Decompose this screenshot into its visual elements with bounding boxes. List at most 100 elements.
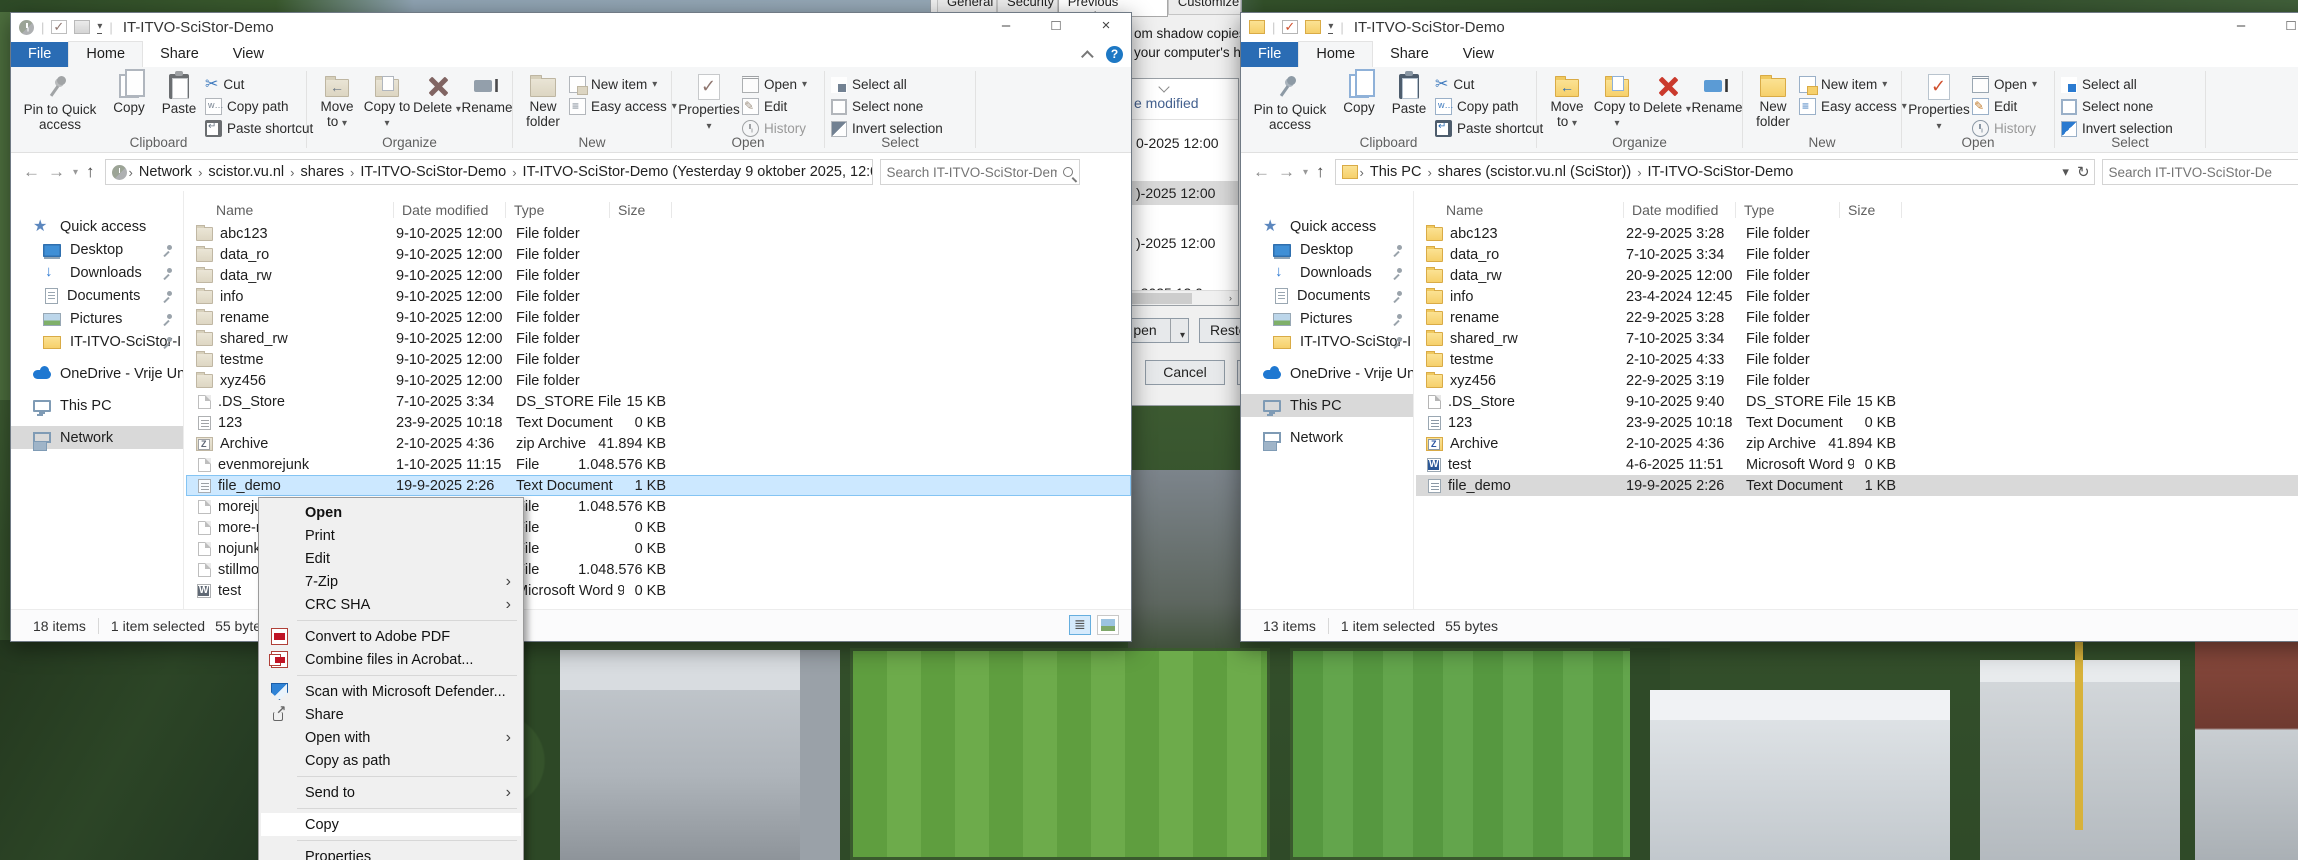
properties-button[interactable]: Properties ▾ bbox=[1908, 71, 1970, 134]
column-header-size[interactable]: Size bbox=[610, 201, 672, 218]
breadcrumb-item[interactable]: Network bbox=[135, 164, 196, 180]
breadcrumb-item[interactable]: IT-ITVO-SciStor-Demo (Yesterday 9 oktobe… bbox=[519, 164, 872, 180]
new-item-button[interactable]: New item ▾ bbox=[569, 75, 677, 95]
move-to-button[interactable]: Move to ▾ bbox=[313, 71, 361, 131]
paste-button[interactable]: Paste bbox=[155, 71, 203, 116]
breadcrumb-separator[interactable]: › bbox=[288, 165, 296, 180]
column-header-type[interactable]: Type bbox=[1736, 201, 1840, 218]
sidebar-item[interactable]: This PC bbox=[11, 394, 183, 417]
search-box[interactable] bbox=[879, 159, 1080, 185]
breadcrumb-item[interactable]: scistor.vu.nl bbox=[204, 164, 288, 180]
address-dropdown-icon[interactable]: ▾ bbox=[2062, 164, 2069, 180]
open-button[interactable]: Open ▾ bbox=[1972, 75, 2037, 94]
move-to-button[interactable]: Move to ▾ bbox=[1543, 71, 1591, 131]
breadcrumb-item[interactable]: shares bbox=[297, 164, 349, 180]
breadcrumb-item[interactable]: IT-ITVO-SciStor-Demo bbox=[1644, 164, 1798, 180]
file-row[interactable]: abc123 22-9-2025 3:28 File folder bbox=[1416, 223, 2298, 244]
select-all-button[interactable]: Select all bbox=[831, 75, 943, 94]
easy-access-button[interactable]: Easy access▾ bbox=[1799, 97, 1907, 116]
breadcrumb-item[interactable]: shares (scistor.vu.nl (SciStor)) bbox=[1434, 164, 1635, 180]
minimize-button[interactable]: – bbox=[2216, 13, 2266, 41]
breadcrumb-item[interactable]: IT-ITVO-SciStor-Demo bbox=[356, 164, 510, 180]
file-row[interactable]: .DS_Store 7-10-2025 3:34 DS_STORE File 1… bbox=[186, 391, 1131, 412]
breadcrumb-separator[interactable]: › bbox=[348, 165, 356, 180]
scrollbar-arrow-icon[interactable]: › bbox=[1224, 293, 1237, 304]
context-menu-item[interactable]: Edit bbox=[261, 547, 521, 570]
forward-button[interactable]: → bbox=[1278, 162, 1295, 182]
context-menu-item[interactable]: Scan with Microsoft Defender... bbox=[261, 680, 521, 703]
breadcrumb-item[interactable]: This PC bbox=[1366, 164, 1426, 180]
sidebar-item[interactable]: OneDrive - Vrije Univ bbox=[1241, 362, 1413, 385]
sidebar-item[interactable]: Network bbox=[1241, 426, 1413, 451]
context-menu-item[interactable]: Print bbox=[261, 524, 521, 547]
dialog-tab[interactable]: Customize bbox=[1167, 0, 1242, 15]
new-folder-button[interactable]: New folder bbox=[1749, 71, 1797, 129]
column-header-name[interactable]: Name bbox=[196, 201, 394, 218]
breadcrumb-separator[interactable]: › bbox=[1425, 165, 1433, 180]
sidebar-item[interactable]: IT-ITVO-SciStor-I bbox=[11, 330, 183, 353]
sidebar-item[interactable]: IT-ITVO-SciStor-I bbox=[1241, 330, 1413, 353]
tab-share[interactable]: Share bbox=[143, 42, 216, 67]
file-row[interactable]: shared_rw 7-10-2025 3:34 File folder bbox=[1416, 328, 2298, 349]
context-menu-item[interactable]: Copy bbox=[261, 813, 521, 836]
file-row[interactable]: xyz456 22-9-2025 3:19 File folder bbox=[1416, 370, 2298, 391]
cut-button[interactable]: ✂ Cut bbox=[1435, 75, 1543, 94]
rename-button[interactable]: Rename bbox=[1691, 71, 1742, 115]
forward-button[interactable]: → bbox=[48, 162, 65, 182]
caret-down-icon[interactable]: ▾ bbox=[1180, 324, 1185, 347]
file-row[interactable]: evenmorejunk 1-10-2025 11:15 File 1.048.… bbox=[186, 454, 1131, 475]
select-all-button[interactable]: Select all bbox=[2061, 75, 2173, 94]
sidebar-item[interactable]: Downloads bbox=[1241, 261, 1413, 284]
copy-button[interactable]: Copy bbox=[1335, 69, 1383, 115]
search-box[interactable] bbox=[2101, 159, 2298, 185]
tab-file[interactable]: File bbox=[11, 42, 69, 67]
file-row[interactable]: 123 23-9-2025 10:18 Text Document 0 KB bbox=[186, 412, 1131, 433]
file-row[interactable]: data_ro 7-10-2025 3:34 File folder bbox=[1416, 244, 2298, 265]
history-caret-icon[interactable]: ▾ bbox=[1303, 167, 1308, 178]
column-header-type[interactable]: Type bbox=[506, 201, 610, 218]
address-bar[interactable]: › Network › scistor.vu.nl › shares › IT-ITVO-S… bbox=[104, 159, 873, 185]
sidebar-item[interactable]: Documents bbox=[11, 284, 183, 307]
breadcrumb-separator[interactable]: › bbox=[510, 165, 518, 180]
help-icon[interactable]: ? bbox=[1106, 46, 1123, 63]
search-icon[interactable] bbox=[1062, 167, 1073, 177]
delete-button[interactable]: Delete ▾ bbox=[413, 71, 461, 117]
properties-check-icon[interactable] bbox=[1282, 19, 1299, 35]
copy-path-button[interactable]: Copy path bbox=[205, 97, 313, 116]
context-menu-item[interactable] bbox=[261, 804, 521, 813]
file-row[interactable]: test 4-6-2025 11:51 Microsoft Word 9... … bbox=[1416, 454, 2298, 475]
search-input[interactable] bbox=[2108, 164, 2298, 180]
cut-button[interactable]: ✂ Cut bbox=[205, 75, 313, 94]
minimize-ribbon-icon[interactable] bbox=[1081, 50, 1094, 63]
file-row[interactable]: data_ro 9-10-2025 12:00 File folder bbox=[186, 244, 1131, 265]
sidebar-item[interactable]: Desktop bbox=[11, 238, 183, 261]
file-row[interactable]: testme 9-10-2025 12:00 File folder bbox=[186, 349, 1131, 370]
paste-button[interactable]: Paste bbox=[1385, 71, 1433, 116]
scrollbar-thumb[interactable] bbox=[1122, 293, 1192, 304]
file-row[interactable]: abc123 9-10-2025 12:00 File folder bbox=[186, 223, 1131, 244]
file-row[interactable]: 123 23-9-2025 10:18 Text Document 0 KB bbox=[1416, 412, 2298, 433]
dialog-column-header[interactable]: e modified bbox=[1134, 95, 1199, 111]
breadcrumb-separator[interactable]: › bbox=[196, 165, 204, 180]
refresh-icon[interactable]: ↻ bbox=[2077, 163, 2090, 181]
file-row[interactable]: shared_rw 9-10-2025 12:00 File folder bbox=[186, 328, 1131, 349]
properties-button[interactable]: Properties ▾ bbox=[678, 71, 740, 134]
new-folder-icon[interactable] bbox=[74, 20, 91, 34]
new-folder-button[interactable]: New folder bbox=[519, 71, 567, 129]
maximize-button[interactable]: □ bbox=[1031, 13, 1081, 41]
dialog-cancel-button[interactable]: Cancel bbox=[1145, 360, 1225, 385]
context-menu-item[interactable] bbox=[261, 616, 521, 625]
context-menu-item[interactable]: CRC SHA › bbox=[261, 593, 521, 616]
maximize-button[interactable]: □ bbox=[2266, 13, 2298, 41]
open-button[interactable]: Open ▾ bbox=[742, 75, 807, 94]
context-menu-item[interactable]: Copy as path bbox=[261, 749, 521, 772]
file-row[interactable]: file_demo 19-9-2025 2:26 Text Document 1… bbox=[1416, 475, 2298, 496]
copy-path-button[interactable]: Copy path bbox=[1435, 97, 1543, 116]
context-menu-item[interactable]: Open bbox=[261, 501, 521, 524]
context-menu-item[interactable]: Send to › bbox=[261, 781, 521, 804]
column-header-date[interactable]: Date modified bbox=[394, 201, 506, 218]
column-header-date[interactable]: Date modified bbox=[1624, 201, 1736, 218]
file-row[interactable]: info 23-4-2024 12:45 File folder bbox=[1416, 286, 2298, 307]
properties-check-icon[interactable] bbox=[51, 19, 68, 35]
qat-caret-down-icon[interactable]: ▾ bbox=[1328, 21, 1334, 34]
